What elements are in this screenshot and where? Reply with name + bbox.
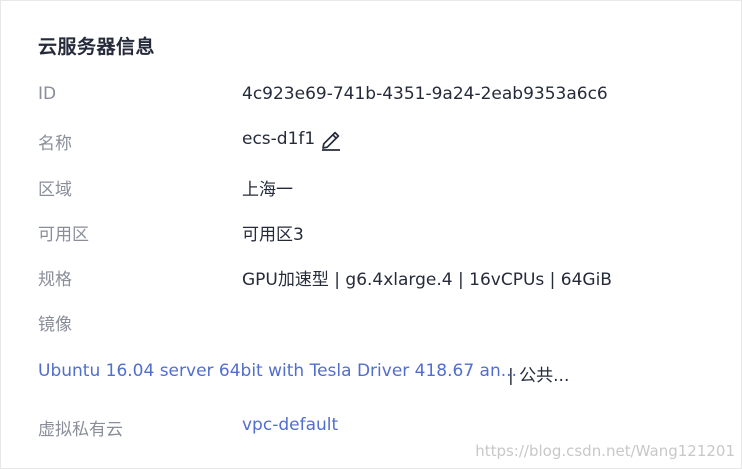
region-value: 上海一 — [242, 180, 293, 200]
vpc-link[interactable]: vpc-default — [242, 415, 338, 435]
flavor-label: 规格 — [38, 270, 72, 290]
image-link[interactable]: Ubuntu 16.04 server 64bit with Tesla Dri… — [38, 361, 517, 381]
az-label: 可用区 — [38, 225, 89, 245]
id-label: ID — [38, 84, 57, 104]
panel-title: 云服务器信息 — [38, 36, 156, 58]
az-value: 可用区3 — [242, 225, 304, 245]
server-info-card: 云服务器信息 ID 4c923e69-741b-4351-9a24-2eab93… — [0, 0, 742, 469]
region-label: 区域 — [38, 180, 72, 200]
name-label: 名称 — [38, 134, 72, 154]
pencil-icon[interactable] — [319, 128, 343, 152]
image-type: | 公共... — [508, 366, 570, 386]
image-label: 镜像 — [38, 315, 72, 335]
id-value: 4c923e69-741b-4351-9a24-2eab9353a6c6 — [242, 84, 608, 104]
vpc-label: 虚拟私有云 — [38, 420, 123, 440]
watermark: https://blog.csdn.net/Wang121201 — [475, 442, 735, 460]
name-value: ecs-d1f1 — [242, 129, 316, 149]
flavor-value: GPU加速型 | g6.4xlarge.4 | 16vCPUs | 64GiB — [242, 270, 612, 290]
